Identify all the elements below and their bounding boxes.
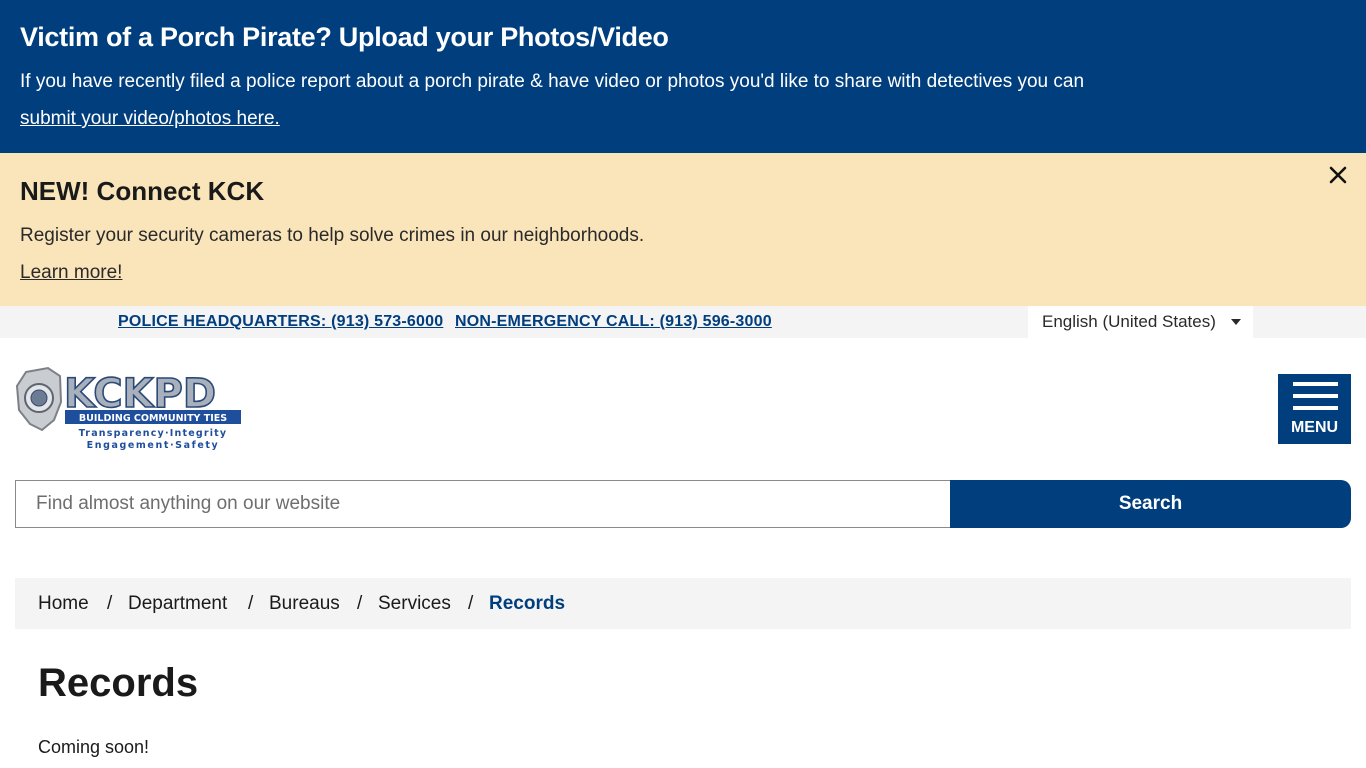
chevron-down-icon <box>1231 319 1241 325</box>
logo-values-1: Transparency·Integrity <box>79 428 228 439</box>
page-body: Coming soon! <box>38 737 150 757</box>
language-select[interactable]: English (United States) <box>1028 306 1253 338</box>
connect-kck-alert: NEW! Connect KCK Register your security … <box>0 153 1366 306</box>
breadcrumb-home[interactable]: Home <box>38 593 89 615</box>
close-icon[interactable] <box>1326 163 1350 187</box>
utility-bar: POLICE HEADQUARTERS: (913) 573-6000 NON-… <box>0 306 1366 338</box>
search-input[interactable] <box>15 480 951 528</box>
breadcrumb-separator: / <box>248 593 254 614</box>
language-select-value: English (United States) <box>1042 312 1216 331</box>
breadcrumb-services[interactable]: Services <box>378 593 451 615</box>
search-button[interactable]: Search <box>950 480 1351 528</box>
porch-alert-title: Victim of a Porch Pirate? Upload your Ph… <box>20 22 669 52</box>
breadcrumb-separator: / <box>357 593 363 614</box>
logo-graphic: KCKPD BUILDING COMMUNITY TIES Transparen… <box>15 366 241 451</box>
breadcrumb: Home / Department / Bureaus / Services /… <box>15 578 1351 629</box>
kckpd-logo[interactable]: KCKPD BUILDING COMMUNITY TIES Transparen… <box>14 366 244 452</box>
logo-values-2: Engagement·Safety <box>87 440 220 451</box>
breadcrumb-separator: / <box>468 593 474 614</box>
connect-alert-body: Register your security cameras to help s… <box>20 225 645 246</box>
breadcrumb-current: Records <box>489 593 566 614</box>
hamburger-icon-bar <box>1293 394 1338 398</box>
breadcrumb-separator: / <box>107 593 113 614</box>
submit-video-link[interactable]: submit your video/photos here. <box>20 108 280 130</box>
porch-pirate-alert: Victim of a Porch Pirate? Upload your Ph… <box>0 0 1366 153</box>
breadcrumb-bureaus[interactable]: Bureaus <box>269 593 340 615</box>
menu-label: MENU <box>1290 419 1339 436</box>
page-title: Records <box>38 661 199 705</box>
breadcrumb-department[interactable]: Department <box>128 593 227 615</box>
non-emergency-phone-link[interactable]: NON-EMERGENCY CALL: (913) 596-3000 <box>455 313 772 331</box>
logo-tagline: BUILDING COMMUNITY TIES <box>79 413 227 424</box>
hamburger-icon-bar <box>1293 406 1338 410</box>
menu-button[interactable]: MENU <box>1278 374 1351 444</box>
headquarters-phone-link[interactable]: POLICE HEADQUARTERS: (913) 573-6000 <box>118 313 443 331</box>
porch-alert-body: If you have recently filed a police repo… <box>20 71 1085 92</box>
connect-alert-title: NEW! Connect KCK <box>20 176 265 206</box>
learn-more-link[interactable]: Learn more! <box>20 262 122 284</box>
hamburger-icon <box>1293 382 1338 386</box>
